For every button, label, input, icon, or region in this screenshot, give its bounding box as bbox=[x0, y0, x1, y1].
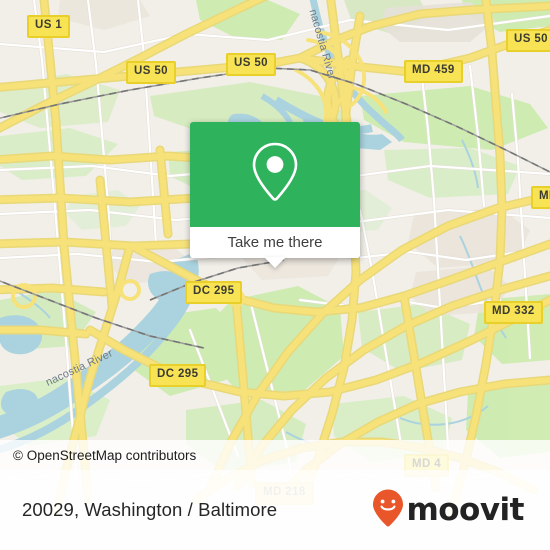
map-screenshot: .rd { fill:none; stroke:#f7e27a; stroke-… bbox=[0, 0, 550, 550]
attribution-text: © OpenStreetMap contributors bbox=[13, 447, 197, 463]
road-shield: US 50 bbox=[506, 29, 550, 52]
road-shield: MD 332 bbox=[484, 301, 543, 324]
road-shield: DC 295 bbox=[149, 364, 207, 387]
take-me-there-callout[interactable]: Take me there bbox=[190, 122, 360, 268]
moovit-pin-icon bbox=[372, 488, 404, 533]
moovit-wordmark: moovit bbox=[406, 491, 524, 528]
callout-action[interactable]: Take me there bbox=[190, 227, 360, 268]
map-pin-icon bbox=[247, 140, 303, 209]
footer-bar: 20029, Washington / Baltimore moovit bbox=[0, 470, 550, 550]
road-shield: US 50 bbox=[126, 61, 176, 84]
moovit-brand[interactable]: moovit bbox=[372, 488, 524, 533]
callout-action-label: Take me there bbox=[227, 234, 323, 251]
road-shield: DC 295 bbox=[185, 281, 243, 304]
road-shield: MD bbox=[531, 186, 550, 209]
map-attribution: © OpenStreetMap contributors bbox=[0, 440, 550, 470]
callout-icon-area bbox=[190, 122, 360, 227]
road-shield: US 1 bbox=[27, 15, 71, 38]
road-shield: US 50 bbox=[226, 53, 276, 76]
road-shield: MD 459 bbox=[404, 60, 463, 83]
place-title: 20029, Washington / Baltimore bbox=[22, 499, 278, 520]
callout-tail bbox=[264, 257, 286, 268]
